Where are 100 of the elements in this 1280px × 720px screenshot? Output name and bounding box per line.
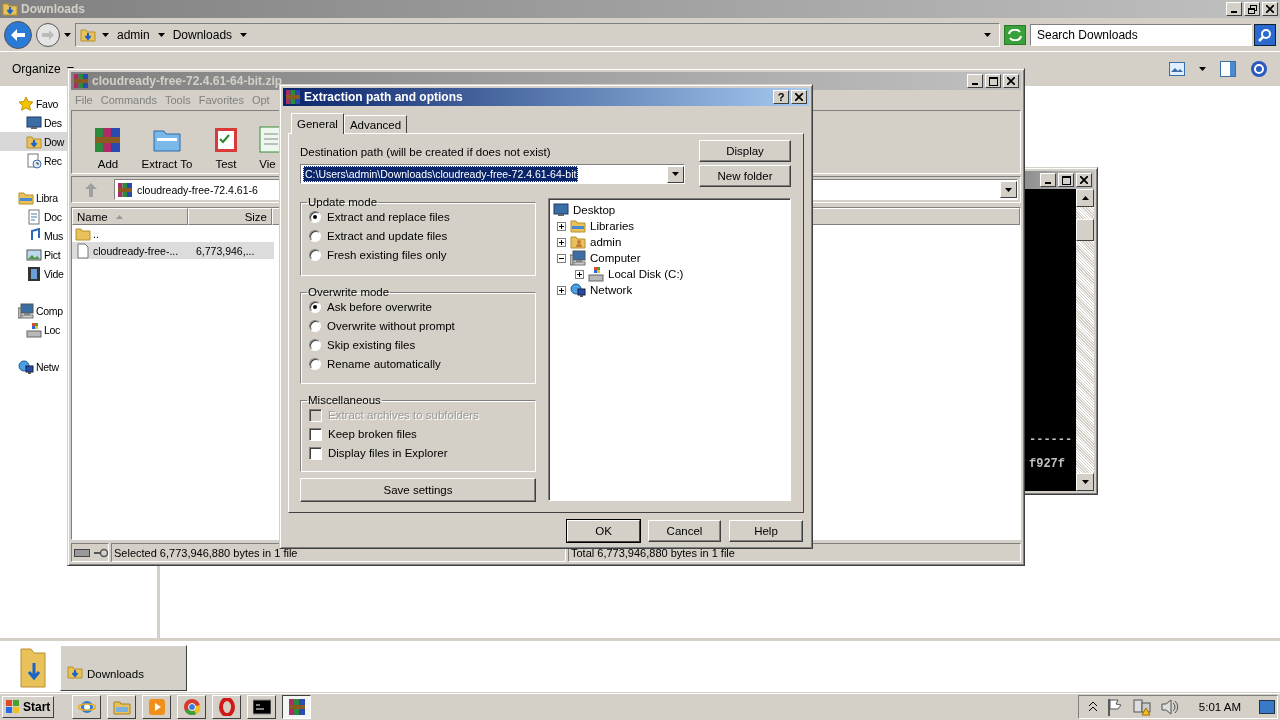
download-folder-icon [2, 1, 18, 17]
column-header[interactable]: Size [188, 208, 272, 225]
tab[interactable]: Advanced [343, 115, 408, 133]
library-icon [18, 189, 34, 206]
back-button[interactable] [4, 20, 32, 49]
toolbar-button[interactable]: Add [88, 114, 128, 170]
preview-pane-button[interactable] [1218, 59, 1238, 79]
column-header[interactable]: Name [72, 208, 188, 225]
forward-button[interactable] [36, 22, 60, 47]
path-combobox[interactable]: C:\Users\admin\Downloads\cloudready-free-72.4.61-64-bit [300, 164, 685, 184]
dropdown-button[interactable] [1000, 181, 1017, 198]
close-button[interactable] [1262, 2, 1278, 16]
nav-item[interactable]: Mus [0, 226, 67, 245]
tab[interactable]: General [291, 113, 344, 134]
maximize-button[interactable] [1058, 173, 1074, 187]
nav-header[interactable]: Libra [0, 188, 67, 207]
close-button[interactable] [1076, 173, 1092, 187]
star-icon [18, 95, 34, 112]
nav-item[interactable]: Rec [0, 151, 67, 170]
push-button[interactable]: Display [699, 140, 791, 162]
restore-button[interactable] [1244, 2, 1260, 16]
expand-toggle[interactable] [557, 285, 566, 295]
scroll-thumb[interactable] [1076, 219, 1094, 241]
taskbar-preview[interactable]: Downloads [60, 645, 187, 691]
close-button[interactable] [791, 90, 807, 104]
address-bar[interactable]: admin Downloads [75, 22, 1000, 47]
minimize-button[interactable] [1226, 2, 1242, 16]
file-row[interactable]: .. [72, 225, 274, 242]
document-icon [256, 124, 279, 154]
nav-item[interactable]: Loc [0, 320, 67, 339]
radio-label: Extract and replace files [327, 211, 450, 223]
radio-button[interactable] [309, 230, 321, 242]
toolbar-button[interactable]: Extract To [136, 114, 198, 170]
document-icon [26, 208, 42, 225]
tree-item[interactable]: Desktop [553, 202, 618, 218]
help-button[interactable] [1248, 58, 1270, 80]
minimize-button[interactable] [967, 74, 983, 88]
nav-item[interactable]: Vide [0, 264, 67, 283]
nav-item[interactable]: Pict [0, 245, 67, 264]
tree-item[interactable]: admin [570, 234, 624, 250]
file-row[interactable]: cloudready-free-... 6,773,946,... [72, 242, 274, 259]
terminal-icon [252, 698, 271, 716]
radio-button[interactable] [309, 301, 321, 313]
radio-button[interactable] [309, 249, 321, 261]
clock[interactable]: 5:01 AM [1198, 701, 1241, 713]
dialog-button[interactable]: Cancel [648, 520, 721, 542]
maximize-icon [988, 76, 998, 86]
right-arrow-icon [42, 29, 54, 40]
nav-header[interactable]: Favo [0, 94, 67, 113]
scroll-down-button[interactable] [1076, 473, 1094, 491]
checkbox[interactable] [309, 427, 322, 441]
group-title: Miscellaneous [307, 394, 382, 406]
radio-button[interactable] [309, 320, 321, 332]
views-button[interactable] [1167, 60, 1187, 78]
start-button[interactable]: Start [2, 696, 54, 718]
taskbar-button[interactable] [282, 695, 311, 719]
checkbox[interactable] [309, 446, 322, 460]
minimize-button[interactable] [1040, 173, 1056, 187]
tree-item[interactable]: Local Disk (C:) [588, 266, 686, 282]
save-settings-button[interactable]: Save settings [300, 478, 536, 502]
radio-label: Overwrite without prompt [327, 320, 455, 332]
push-button[interactable]: New folder [699, 165, 791, 187]
breadcrumb[interactable]: admin [115, 27, 152, 42]
radio-button[interactable] [309, 339, 321, 351]
views-menu-button[interactable] [1197, 65, 1208, 73]
speaker-icon [1160, 699, 1179, 715]
window-title: Extraction path and options [304, 90, 464, 104]
nav-header[interactable]: Netw [0, 357, 67, 376]
nav-item[interactable]: Dow [0, 132, 67, 151]
nav-header[interactable]: Comp [0, 301, 67, 320]
toolbar-button[interactable]: Vie [254, 114, 281, 170]
dropdown-button[interactable] [667, 165, 684, 183]
dialog-button[interactable]: Help [729, 520, 803, 542]
radio-button[interactable] [309, 211, 321, 223]
radio-button[interactable] [309, 358, 321, 370]
caret-icon [1005, 187, 1012, 192]
folder-icon [75, 225, 91, 242]
windows-flag-icon [5, 699, 21, 715]
nav-item[interactable]: Des [0, 113, 67, 132]
folder-icon [112, 698, 131, 716]
toolbar-button[interactable]: Test [206, 114, 246, 170]
expand-toggle[interactable] [575, 269, 584, 279]
expand-toggle[interactable] [557, 221, 566, 231]
scrollbar[interactable] [1076, 189, 1094, 491]
search-field[interactable]: Search Downloads [1030, 23, 1252, 46]
scroll-up-button[interactable] [1076, 189, 1094, 207]
tree-item[interactable]: Network [570, 282, 635, 298]
refresh-button[interactable] [1004, 24, 1026, 45]
drive-icon [26, 321, 42, 338]
expand-toggle[interactable] [557, 237, 566, 247]
tree-item[interactable]: Libraries [570, 218, 637, 234]
search-button[interactable] [1254, 23, 1276, 46]
tree-item[interactable]: Computer [570, 250, 643, 266]
help-button[interactable]: ? [773, 90, 789, 104]
close-button[interactable] [1003, 74, 1019, 88]
collapse-toggle[interactable] [557, 253, 566, 263]
nav-item[interactable]: Doc [0, 207, 67, 226]
dialog-button[interactable]: OK [567, 520, 640, 542]
breadcrumb[interactable]: Downloads [170, 27, 235, 42]
maximize-button[interactable] [985, 74, 1001, 88]
